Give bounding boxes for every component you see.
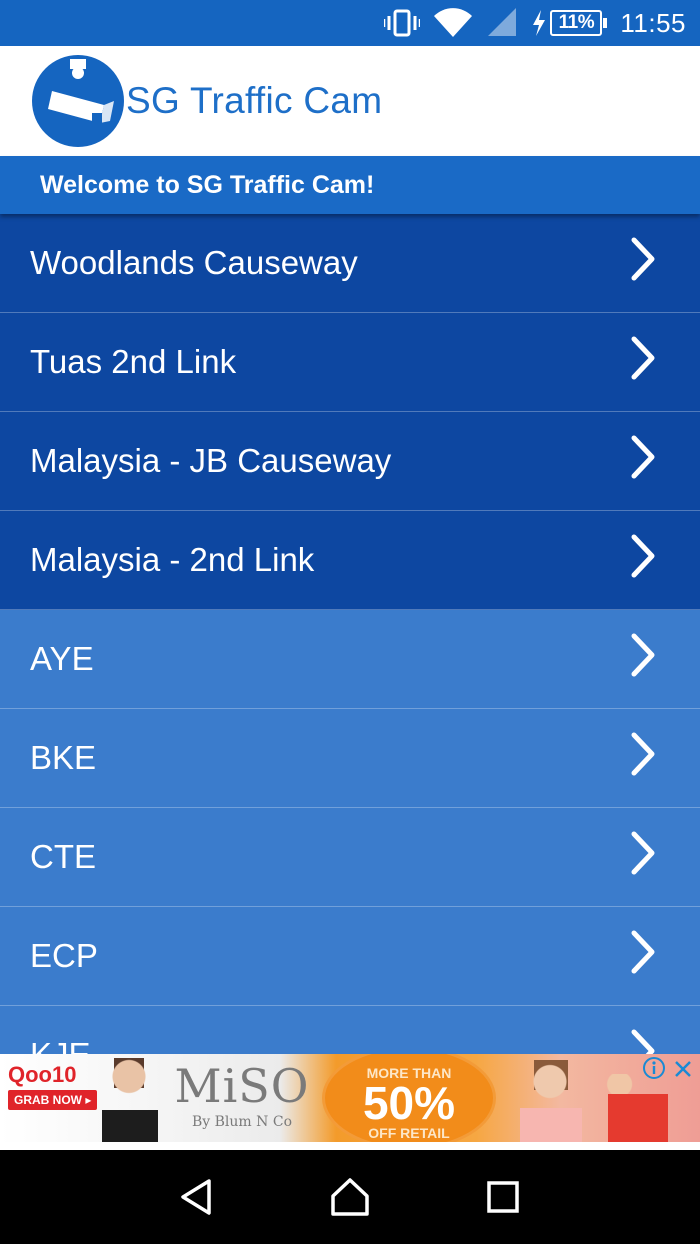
ad-grab-now-button[interactable]: GRAB NOW ▸ xyxy=(8,1090,98,1110)
charging-icon xyxy=(532,10,546,36)
divider xyxy=(0,1142,700,1150)
status-bar: 11% 11:55 xyxy=(0,0,700,46)
traffic-camera-icon xyxy=(30,53,126,149)
vibrate-icon xyxy=(384,9,421,37)
navigation-bar xyxy=(0,1150,700,1244)
list-item[interactable]: KJE xyxy=(0,1006,700,1054)
chevron-right-icon xyxy=(630,434,656,488)
chevron-right-icon xyxy=(630,830,656,884)
signal-icon xyxy=(486,8,518,38)
list-item-label: CTE xyxy=(30,838,96,875)
ad-brand-logo: MiSO By Blum N Co xyxy=(168,1058,316,1138)
back-icon[interactable] xyxy=(167,1167,227,1227)
list-item[interactable]: Malaysia - 2nd Link xyxy=(0,511,700,610)
ad-promo-bottom: OFF RETAIL xyxy=(368,1125,450,1141)
list-item[interactable]: CTE xyxy=(0,808,700,907)
list-item-label: Tuas 2nd Link xyxy=(30,343,237,380)
ad-model-image xyxy=(598,1074,670,1142)
list-item[interactable]: Woodlands Causeway xyxy=(0,214,700,313)
checkpoint-list: Woodlands Causeway Tuas 2nd Link Malaysia … xyxy=(0,214,700,1054)
app-header: SG Traffic Cam xyxy=(0,46,700,156)
list-item-label: BKE xyxy=(30,739,97,776)
home-icon[interactable] xyxy=(320,1167,380,1227)
chevron-right-icon xyxy=(630,533,656,587)
chevron-right-icon xyxy=(630,1028,656,1054)
chevron-right-icon xyxy=(630,929,656,983)
list-item[interactable]: ECP xyxy=(0,907,700,1006)
list-item-label: ECP xyxy=(30,937,98,974)
chevron-right-icon xyxy=(630,632,656,686)
ad-brand-main: MiSO xyxy=(174,1059,310,1113)
clock: 11:55 xyxy=(620,7,686,38)
ad-banner[interactable]: Qoo10 GRAB NOW ▸ MiSO By Blum N Co MORE … xyxy=(0,1054,700,1142)
welcome-banner: Welcome to SG Traffic Cam! xyxy=(0,156,700,214)
ad-brand-sub: By Blum N Co xyxy=(192,1114,292,1130)
list-item[interactable]: Malaysia - JB Causeway xyxy=(0,412,700,511)
chevron-right-icon xyxy=(630,731,656,785)
wifi-icon xyxy=(434,8,473,38)
ad-promo-circle: MORE THAN 50% OFF RETAIL xyxy=(322,1054,496,1142)
list-item-label: Malaysia - 2nd Link xyxy=(30,541,315,578)
list-item[interactable]: Tuas 2nd Link xyxy=(0,313,700,412)
ad-model-image xyxy=(508,1058,592,1142)
ad-close-icon[interactable] xyxy=(672,1058,694,1080)
ad-info-icon[interactable] xyxy=(642,1056,666,1080)
battery-icon: 11% xyxy=(550,10,608,36)
list-item[interactable]: BKE xyxy=(0,709,700,808)
chevron-right-icon xyxy=(630,335,656,389)
battery-text: 11% xyxy=(558,12,595,33)
ad-model-image xyxy=(92,1058,166,1142)
battery-indicator: 11% xyxy=(532,10,608,36)
list-item-label: Woodlands Causeway xyxy=(30,244,358,281)
list-item-label: Malaysia - JB Causeway xyxy=(30,442,392,479)
list-item-label: AYE xyxy=(30,640,94,677)
welcome-text: Welcome to SG Traffic Cam! xyxy=(40,170,375,199)
ad-promo-discount: 50% xyxy=(362,1077,456,1129)
app-title: SG Traffic Cam xyxy=(126,80,383,121)
list-item-label: KJE xyxy=(30,1036,91,1054)
chevron-right-icon xyxy=(630,236,656,290)
list-item[interactable]: AYE xyxy=(0,610,700,709)
recents-icon[interactable] xyxy=(473,1167,533,1227)
